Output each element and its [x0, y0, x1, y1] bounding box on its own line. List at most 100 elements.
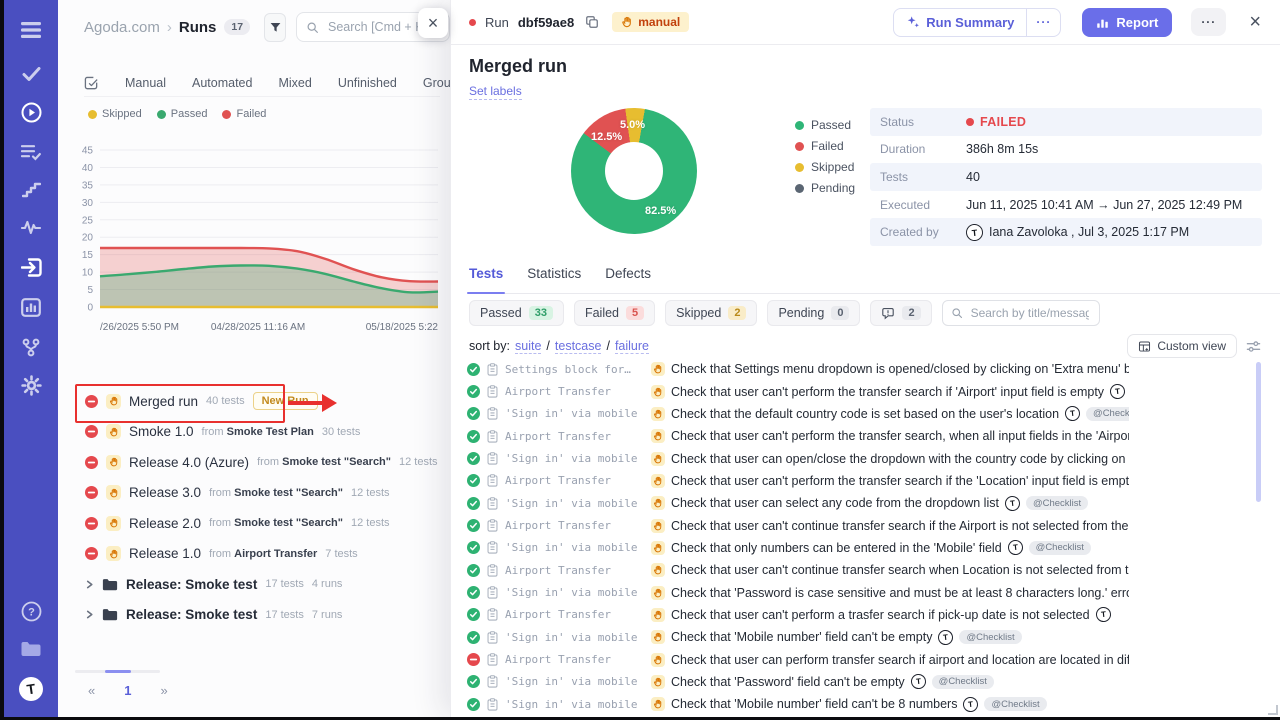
list-check-icon[interactable]	[4, 144, 58, 161]
test-suite: 'Sign in' via mobile	[505, 497, 645, 510]
runs-tab-automated[interactable]: Automated	[192, 76, 252, 90]
test-row-16[interactable]: 'Sign in' via mobileCheck that 'Mobile n…	[467, 693, 1129, 715]
run-row-5[interactable]: Release 2.0from Smoke test "Search"12 te…	[58, 508, 450, 539]
report-button[interactable]: Report	[1082, 8, 1172, 37]
tab-statistics[interactable]: Statistics	[527, 266, 581, 293]
pagination-next[interactable]: »	[154, 681, 173, 700]
check-icon[interactable]	[4, 66, 58, 82]
search-icon	[306, 21, 319, 34]
runs-tab-mixed[interactable]: Mixed	[278, 76, 311, 90]
runs-tab-manual[interactable]: Manual	[125, 76, 166, 90]
view-settings-icon[interactable]	[1246, 339, 1261, 354]
run-row-4[interactable]: Release 3.0from Smoke test "Search"12 te…	[58, 478, 450, 509]
test-row-15[interactable]: 'Sign in' via mobileCheck that 'Password…	[467, 671, 1129, 693]
testcase-icon	[486, 586, 499, 599]
tab-defects[interactable]: Defects	[605, 266, 651, 293]
breadcrumb-project[interactable]: Agoda.com	[84, 19, 160, 36]
chip-passed[interactable]: Passed33	[469, 300, 564, 326]
resize-handle	[1268, 705, 1278, 715]
test-row-13[interactable]: 'Sign in' via mobileCheck that 'Mobile n…	[467, 626, 1129, 648]
status-filter-chips: Passed33 Failed5 Skipped2 Pending0 2	[469, 300, 1100, 326]
menu-icon[interactable]	[4, 21, 58, 39]
runs-tab-unfinished[interactable]: Unfinished	[338, 76, 397, 90]
test-suite: Airport Transfer	[505, 653, 645, 666]
detail-row-tests: Tests40	[870, 163, 1262, 191]
chip-comments[interactable]: 2	[870, 300, 931, 326]
failed-status-icon	[85, 425, 98, 438]
test-row-14[interactable]: Airport TransferCheck that user can perf…	[467, 648, 1129, 670]
projects-folder-icon[interactable]	[4, 640, 58, 658]
branch-icon[interactable]	[4, 338, 58, 357]
donut-legend: PassedFailedSkippedPending	[795, 118, 855, 195]
sort-by-suite[interactable]: suite	[515, 339, 541, 354]
test-row-8[interactable]: Airport TransferCheck that user can't co…	[467, 514, 1129, 536]
drawer-more-button[interactable]: ···	[1191, 8, 1226, 36]
test-suite: Settings block for…	[505, 363, 645, 376]
test-row-11[interactable]: 'Sign in' via mobileCheck that 'Password…	[467, 581, 1129, 603]
run-row-2[interactable]: Smoke 1.0from Smoke Test Plan30 tests	[58, 417, 450, 448]
copy-icon[interactable]	[585, 15, 599, 29]
pagination-prev[interactable]: «	[82, 681, 101, 700]
test-row-6[interactable]: Airport TransferCheck that user can't pe…	[467, 470, 1129, 492]
runs-horizontal-scrollbar[interactable]	[75, 670, 160, 673]
comment-icon	[881, 307, 895, 320]
drawer-close-icon[interactable]: ×	[1249, 12, 1261, 32]
test-row-10[interactable]: Airport TransferCheck that user can't co…	[467, 559, 1129, 581]
tab-tests[interactable]: Tests	[469, 266, 503, 293]
test-row-12[interactable]: Airport TransferCheck that user can't pe…	[467, 604, 1129, 626]
chip-pending[interactable]: Pending0	[767, 300, 860, 326]
test-row-9[interactable]: 'Sign in' via mobileCheck that only numb…	[467, 537, 1129, 559]
gear-icon[interactable]	[4, 375, 58, 396]
test-title: Check that user can't perform the transf…	[671, 474, 1129, 488]
legend-failed: Failed	[222, 108, 266, 120]
test-suite: 'Sign in' via mobile	[505, 452, 645, 465]
run-row-6[interactable]: Release 1.0from Airport Transfer7 tests	[58, 539, 450, 570]
steps-icon[interactable]	[4, 182, 58, 198]
test-row-4[interactable]: Airport TransferCheck that user can't pe…	[467, 425, 1129, 447]
breadcrumb-section[interactable]: Runs	[179, 19, 217, 36]
svg-text:5: 5	[87, 285, 93, 296]
custom-view-button[interactable]: Custom view	[1127, 334, 1237, 358]
tests-search[interactable]	[942, 300, 1100, 326]
detail-label: Executed	[880, 198, 966, 212]
run-summary-button[interactable]: Run Summary ···	[893, 8, 1061, 37]
run-tests-count: 12 tests	[351, 517, 390, 529]
test-row-5[interactable]: 'Sign in' via mobileCheck that user can …	[467, 447, 1129, 469]
runs-panel-header: Agoda.com › Runs 17	[84, 12, 450, 42]
panel-close-button[interactable]: ×	[418, 8, 448, 38]
run-row-3[interactable]: Release 4.0 (Azure)from Smoke test "Sear…	[58, 447, 450, 478]
donut-label-2: 5.0%	[620, 119, 645, 131]
chip-skipped[interactable]: Skipped2	[665, 300, 757, 326]
sort-by-failure[interactable]: failure	[615, 339, 649, 354]
test-row-3[interactable]: 'Sign in' via mobileCheck that the defau…	[467, 403, 1129, 425]
report-box-icon[interactable]	[4, 298, 58, 317]
pagination-page-1[interactable]: 1	[118, 681, 137, 700]
run-row-1[interactable]: Merged run40 testsNew Run	[58, 386, 450, 417]
run-summary-section: 82.5%12.5%5.0% PassedFailedSkippedPendin…	[451, 96, 1280, 260]
test-title: Check that user can select any code from…	[671, 496, 999, 510]
help-icon[interactable]: ?	[4, 601, 58, 622]
run-folder-1[interactable]: Release: Smoke test17 tests4 runs	[58, 569, 450, 600]
run-summary-more-button[interactable]: ···	[1026, 9, 1060, 36]
tests-scrollbar[interactable]	[1256, 362, 1261, 502]
activity-icon[interactable]	[4, 220, 58, 234]
test-row-1[interactable]: Settings block for…Check that Settings m…	[467, 358, 1129, 380]
run-folder-2[interactable]: Release: Smoke test17 tests7 runs	[58, 600, 450, 631]
run-label: Run	[485, 15, 509, 30]
run-box-icon[interactable]	[4, 258, 58, 277]
filter-button[interactable]	[264, 13, 286, 42]
manual-test-icon	[651, 362, 665, 376]
sort-by-testcase[interactable]: testcase	[555, 339, 602, 354]
checklist-tag: @Checklist	[932, 675, 994, 689]
test-title: Check that 'Password' field can't be emp…	[671, 675, 905, 689]
select-all-icon[interactable]	[84, 76, 99, 91]
test-row-7[interactable]: 'Sign in' via mobile Check that user can …	[467, 492, 1129, 514]
run-id: dbf59ae8	[518, 15, 574, 30]
chip-failed[interactable]: Failed5	[574, 300, 655, 326]
user-avatar[interactable]: T	[4, 676, 58, 702]
tests-search-input[interactable]	[969, 305, 1091, 321]
play-circle-icon[interactable]	[4, 102, 58, 123]
manual-run-icon	[106, 546, 121, 561]
test-row-2[interactable]: Airport TransferCheck that user can't pe…	[467, 380, 1129, 402]
test-suite: Airport Transfer	[505, 430, 645, 443]
